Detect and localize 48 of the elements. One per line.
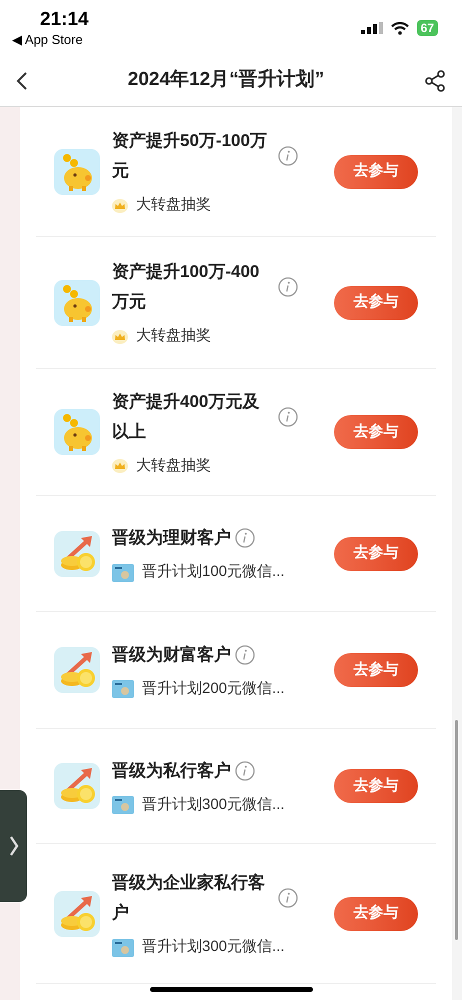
- back-icon[interactable]: [16, 70, 28, 90]
- crown-icon: [112, 459, 128, 473]
- reward-text: 大转盘抽奖: [136, 326, 211, 346]
- info-icon[interactable]: [278, 888, 298, 908]
- join-button[interactable]: 去参与: [334, 536, 418, 570]
- page-title: 2024年12月“晋升计划”: [126, 68, 326, 92]
- info-icon[interactable]: [235, 528, 255, 548]
- join-button[interactable]: 去参与: [334, 769, 418, 803]
- reward-text: 晋升计划200元微信...: [142, 678, 285, 699]
- reward-text: 晋升计划300元微信...: [142, 937, 285, 958]
- info-icon[interactable]: [278, 406, 298, 427]
- info-icon[interactable]: [235, 760, 255, 781]
- card-thumbnail-icon: [112, 796, 134, 814]
- task-title: 晋级为私行客户: [112, 760, 231, 782]
- reward-text: 晋升计划100元微信...: [142, 562, 285, 582]
- piggy-bank-icon: [54, 280, 100, 326]
- chevron-right-icon: [8, 835, 18, 857]
- signal-icon: [360, 22, 383, 34]
- task-title: 晋级为企业家私行客户: [112, 872, 266, 924]
- card-thumbnail-icon: [112, 938, 134, 956]
- card-thumbnail-icon: [112, 564, 134, 582]
- battery-indicator: 67: [416, 20, 438, 36]
- task-title: 晋级为理财客户: [112, 527, 231, 550]
- info-icon[interactable]: [278, 146, 298, 166]
- join-button[interactable]: 去参与: [334, 896, 418, 930]
- share-icon[interactable]: [424, 70, 446, 92]
- reward-text: 晋升计划300元微信...: [142, 794, 285, 815]
- info-icon[interactable]: [235, 644, 255, 665]
- crown-icon: [112, 198, 128, 212]
- reward-text: 大转盘抽奖: [136, 195, 211, 216]
- join-button[interactable]: 去参与: [334, 653, 418, 687]
- piggy-bank-icon: [54, 409, 100, 455]
- side-drawer-tab[interactable]: [0, 790, 27, 902]
- join-button[interactable]: 去参与: [334, 154, 418, 188]
- card-thumbnail-icon: [112, 680, 134, 698]
- join-button[interactable]: 去参与: [334, 415, 418, 449]
- task-title: 资产提升50万-100万元: [112, 130, 268, 182]
- back-to-app-link[interactable]: ◀ App Store: [12, 32, 89, 48]
- crown-icon: [112, 330, 128, 344]
- reward-text: 大转盘抽奖: [136, 456, 211, 476]
- task-title: 晋级为财富客户: [112, 644, 231, 666]
- task-title: 资产提升400万元及以上: [112, 390, 260, 443]
- task-title: 资产提升100万-400万元: [112, 261, 260, 314]
- status-time: 21:14: [40, 8, 89, 32]
- info-icon[interactable]: [278, 277, 298, 298]
- piggy-bank-icon: [54, 148, 100, 194]
- join-button[interactable]: 去参与: [334, 286, 418, 320]
- wifi-icon: [390, 22, 409, 34]
